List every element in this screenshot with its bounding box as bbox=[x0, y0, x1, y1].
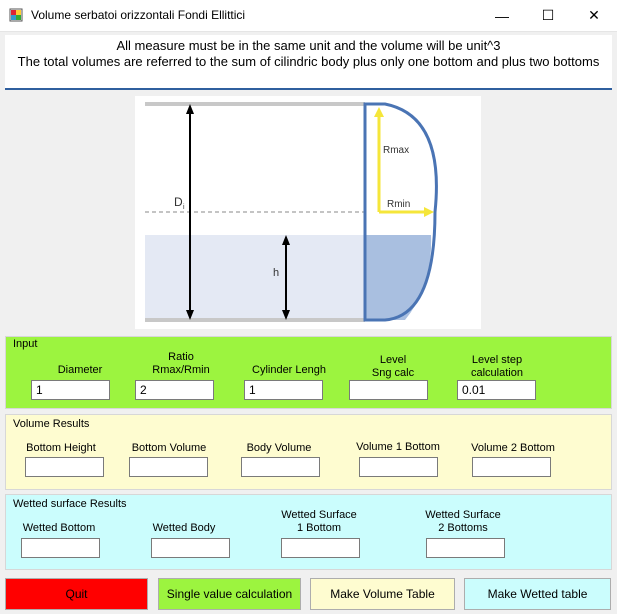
di-label-sub: i bbox=[183, 204, 185, 211]
maximize-icon: ☐ bbox=[541, 7, 555, 23]
volume-1-bottom-label: Volume 1 Bottom bbox=[356, 441, 440, 453]
rmin-arrow-head bbox=[424, 207, 434, 217]
volume-1-bottom-output[interactable] bbox=[359, 457, 438, 477]
body-volume-output[interactable] bbox=[241, 457, 320, 477]
wetted-body-output[interactable] bbox=[151, 538, 230, 558]
input-group-title: Input bbox=[13, 338, 38, 350]
bottom-volume-output[interactable] bbox=[129, 457, 208, 477]
body-volume-label: Body Volume bbox=[246, 442, 312, 454]
level-step-input[interactable] bbox=[457, 380, 536, 400]
make-volume-table-button[interactable]: Make Volume Table bbox=[310, 578, 455, 610]
volume-results-title: Volume Results bbox=[13, 418, 90, 430]
h-label: h bbox=[273, 267, 279, 279]
ratio-input[interactable] bbox=[135, 380, 214, 400]
di-label: D bbox=[174, 195, 183, 209]
wetted-results-group: Wetted surface Results Wetted Bottom Wet… bbox=[5, 494, 612, 570]
wetted-surface-2-label-2: 2 Bottoms bbox=[438, 522, 488, 534]
single-value-calculation-button[interactable]: Single value calculation bbox=[158, 578, 301, 610]
minimize-icon: — bbox=[495, 7, 509, 24]
rmax-label: Rmax bbox=[383, 145, 409, 156]
rmax-arrow-head bbox=[374, 107, 384, 117]
minimize-button[interactable]: — bbox=[479, 0, 525, 31]
liquid-head bbox=[365, 235, 432, 320]
maximize-button[interactable]: ☐ bbox=[525, 0, 571, 31]
tank-diagram: D i h Rmax Rmin bbox=[135, 96, 481, 329]
diameter-input[interactable] bbox=[31, 380, 110, 400]
step-label-2: calculation bbox=[471, 367, 523, 379]
wetted-surface-1-label-1: Wetted Surface bbox=[281, 509, 357, 521]
volume-2-bottom-output[interactable] bbox=[472, 457, 551, 477]
level-input[interactable] bbox=[349, 380, 428, 400]
make-volume-table-label: Make Volume Table bbox=[330, 587, 435, 601]
close-icon: ✕ bbox=[588, 7, 600, 23]
wetted-surface-1-output[interactable] bbox=[281, 538, 360, 558]
bottom-volume-label: Bottom Volume bbox=[131, 442, 207, 454]
quit-button[interactable]: Quit bbox=[5, 578, 148, 610]
info-line-1: All measure must be in the same unit and… bbox=[116, 38, 501, 53]
volume-results-group: Volume Results Bottom Height Bottom Volu… bbox=[5, 414, 612, 490]
ratio-label-2: Rmax/Rmin bbox=[152, 364, 210, 376]
bottom-height-output[interactable] bbox=[25, 457, 104, 477]
make-wetted-table-button[interactable]: Make Wetted table bbox=[464, 578, 611, 610]
quit-button-label: Quit bbox=[65, 587, 88, 601]
info-textbox[interactable]: All measure must be in the same unit and… bbox=[5, 35, 612, 90]
level-label-1: Level bbox=[379, 354, 407, 366]
cylinder-length-label: Cylinder Lengh bbox=[252, 364, 326, 376]
wetted-surface-2-label-1: Wetted Surface bbox=[425, 509, 501, 521]
level-label-2: Sng calc bbox=[371, 367, 415, 379]
input-group: Input Diameter Ratio Rmax/Rmin Cylinder … bbox=[5, 336, 612, 409]
wetted-body-label: Wetted Body bbox=[152, 522, 216, 534]
app-icon bbox=[9, 8, 23, 22]
wetted-surface-1-label-2: 1 Bottom bbox=[296, 522, 342, 534]
diameter-label: Diameter bbox=[57, 364, 103, 376]
liquid-body bbox=[145, 235, 365, 320]
ratio-label-1: Ratio bbox=[168, 351, 194, 363]
wetted-bottom-label: Wetted Bottom bbox=[22, 522, 96, 534]
make-wetted-table-label: Make Wetted table bbox=[487, 587, 588, 601]
wetted-results-title: Wetted surface Results bbox=[13, 498, 127, 510]
wetted-bottom-output[interactable] bbox=[21, 538, 100, 558]
close-button[interactable]: ✕ bbox=[571, 0, 617, 31]
window-title: Volume serbatoi orizzontali Fondi Ellitt… bbox=[31, 8, 246, 22]
step-label-1: Level step bbox=[471, 354, 523, 366]
wetted-surface-2-output[interactable] bbox=[426, 538, 505, 558]
title-bar[interactable]: Volume serbatoi orizzontali Fondi Ellitt… bbox=[0, 0, 617, 32]
bottom-height-label: Bottom Height bbox=[26, 442, 96, 454]
volume-2-bottom-label: Volume 2 Bottom bbox=[471, 442, 555, 454]
info-line-2: The total volumes are referred to the su… bbox=[17, 54, 600, 69]
single-value-calculation-label: Single value calculation bbox=[166, 587, 293, 601]
cylinder-length-input[interactable] bbox=[244, 380, 323, 400]
tank-diagram-svg: D i h Rmax Rmin bbox=[145, 102, 438, 322]
rmin-label: Rmin bbox=[387, 199, 410, 210]
